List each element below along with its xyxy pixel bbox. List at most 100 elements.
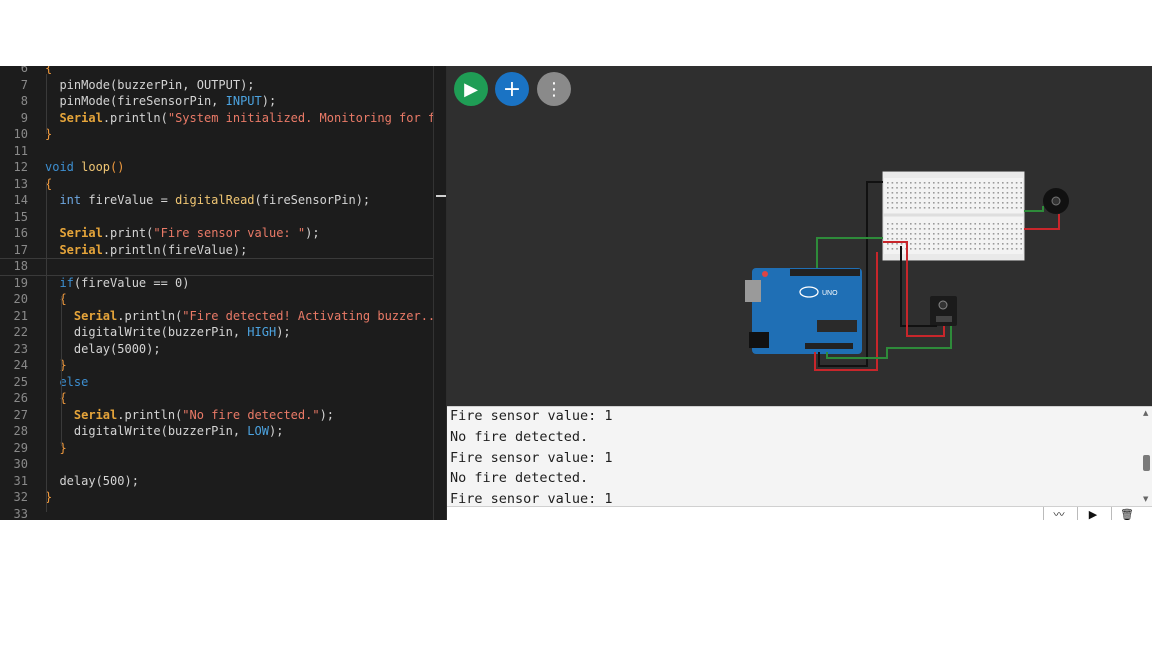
breadboard-hole [910,243,912,245]
breadboard-hole [997,192,999,194]
breadboard-hole [956,182,958,184]
breadboard-hole [900,243,903,245]
breadboard-hole [946,197,949,199]
buzzer[interactable] [1043,188,1069,214]
code-line[interactable]: { [45,291,66,308]
breadboard-hole [956,233,958,235]
code-line[interactable]: Serial.println("Fire detected! Activatin… [45,308,442,325]
breadboard-hole [896,187,898,189]
play-button[interactable]: ▶ [1077,507,1108,520]
breadboard-hole [896,202,898,204]
breadboard-hole [942,228,944,230]
editor-scroll-thumb[interactable] [436,195,446,197]
breadboard-hole [910,207,912,209]
code-line[interactable]: digitalWrite(buzzerPin, HIGH); [45,324,291,341]
code-line[interactable]: int fireValue = digitalRead(fireSensorPi… [45,192,370,209]
arduino-uno-board[interactable]: UNO [745,268,862,354]
trash-button[interactable]: 🗑 [1111,507,1142,520]
breadboard[interactable] [882,171,1025,261]
code-editor[interactable]: 6 {7 pinMode(buzzerPin, OUTPUT); 8 pinMode… [0,66,446,520]
code-line[interactable]: Serial.println(fireValue); [45,242,247,259]
breadboard-hole [988,248,990,250]
breadboard-hole [923,238,926,240]
breadboard-hole [946,243,949,245]
breadboard-hole [905,197,907,199]
breadboard-hole [923,223,926,225]
breadboard-hole [960,223,963,225]
serial-output-line: Fire sensor value: 1 [450,408,613,424]
breadboard-hole [1020,228,1022,230]
breadboard-hole [960,233,963,235]
breadboard-hole [928,192,930,194]
breadboard-hole [974,223,976,225]
breadboard-hole [1020,233,1022,235]
code-token: Serial [59,242,103,257]
breadboard-hole [992,187,995,189]
scroll-down-icon[interactable]: ▼ [1143,495,1148,503]
breadboard-hole [933,182,935,184]
breadboard-hole [928,187,930,189]
code-line[interactable]: { [45,390,66,407]
line-number: 33 [13,506,28,521]
breadboard-hole [896,182,898,184]
serial-monitor-output[interactable]: ▲ ▼ Fire sensor value: 1 No fire detected… [447,406,1152,507]
code-line[interactable]: pinMode(buzzerPin, OUTPUT); [45,77,254,94]
serial-input-bar[interactable]: 〰 ▶ 🗑 [447,506,1152,520]
code-token: delay(500); [45,473,139,488]
breadboard-hole [979,238,981,240]
breadboard-hole [997,202,999,204]
breadboard-hole [928,182,930,184]
code-line[interactable]: } [45,357,66,374]
breadboard-hole [1020,197,1022,199]
breadboard-hole [905,207,907,209]
code-line[interactable]: Serial.println("System initialized. Moni… [45,110,442,127]
breadboard-hole [923,192,926,194]
breadboard-hole [923,228,926,230]
breadboard-hole [997,248,999,250]
code-line[interactable]: Serial.print("Fire sensor value: "); [45,225,319,242]
code-line[interactable]: } [45,440,66,457]
code-token: if [59,275,74,290]
code-line[interactable]: delay(5000); [45,341,161,358]
code-line[interactable]: digitalWrite(buzzerPin, LOW); [45,423,284,440]
breadboard-hole [988,243,990,245]
breadboard-hole [992,243,995,245]
scroll-up-icon[interactable]: ▲ [1143,409,1148,417]
serial-scrollbar[interactable]: ▲ ▼ [1142,407,1152,507]
breadboard-hole [887,207,889,209]
breadboard-hole [979,207,981,209]
code-line[interactable]: if(fireValue == 0) [45,275,189,292]
breadboard-hole [983,223,986,225]
plotter-button[interactable]: 〰 [1043,507,1074,520]
code-line[interactable]: else [45,374,88,391]
breadboard-hole [891,202,894,204]
breadboard-hole [910,197,912,199]
breadboard-hole [1011,243,1013,245]
breadboard-hole [887,243,889,245]
breadboard-hole [1020,243,1022,245]
breadboard-hole [1006,243,1009,245]
breadboard-hole [946,228,949,230]
breadboard-hole [969,207,972,209]
code-line[interactable]: void loop() [45,159,124,176]
breadboard-hole [905,223,907,225]
breadboard-hole [937,248,940,250]
simulation-canvas[interactable]: ▶ + ⋮ UNO [447,66,1152,406]
breadboard-hole [997,228,999,230]
breadboard-hole [979,187,981,189]
breadboard-hole [933,228,935,230]
code-line[interactable]: pinMode(fireSensorPin, INPUT); [45,93,276,110]
breadboard-hole [988,207,990,209]
code-line[interactable]: delay(500); [45,473,139,490]
code-line[interactable]: Serial.println("No fire detected."); [45,407,334,424]
breadboard-hole [1020,223,1022,225]
breadboard-hole [933,192,935,194]
fire-sensor-module[interactable] [930,296,957,326]
code-token: ); [261,94,277,108]
breadboard-hole [974,248,976,250]
scroll-thumb[interactable] [1143,455,1150,471]
breadboard-hole [992,228,995,230]
editor-scrollbar[interactable] [433,66,446,520]
